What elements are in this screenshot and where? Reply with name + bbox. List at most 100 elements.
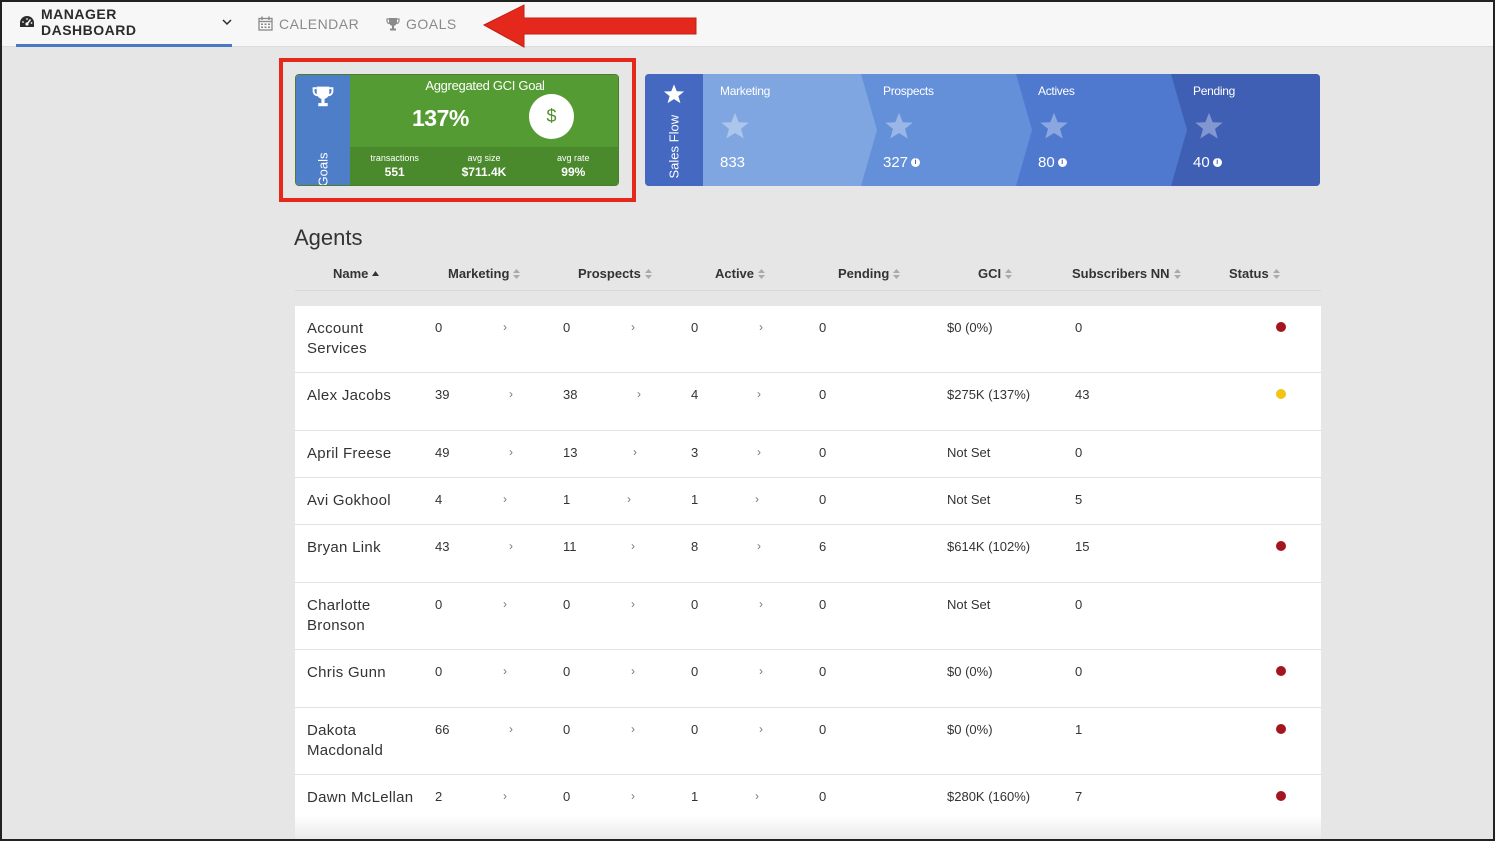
stage-label: Pending xyxy=(1193,84,1235,98)
status-indicator xyxy=(1276,389,1286,399)
agents-table-header: Name Marketing Prospects Active Pending … xyxy=(295,258,1321,291)
chevron-right-icon[interactable]: › xyxy=(757,445,761,459)
agent-name[interactable]: Dakota Macdonald xyxy=(307,721,417,761)
table-row[interactable]: April Freese 49 13 3 0 Not Set 0 › › › xyxy=(295,431,1321,478)
table-row[interactable]: Bryan Link 43 11 8 6 $614K (102%) 15 › › › xyxy=(295,525,1321,583)
chevron-right-icon[interactable]: › xyxy=(509,539,513,553)
chevron-down-icon xyxy=(222,18,232,26)
chevron-right-icon[interactable]: › xyxy=(631,597,635,611)
chevron-right-icon[interactable]: › xyxy=(759,597,763,611)
chevron-right-icon[interactable]: › xyxy=(503,597,507,611)
chevron-right-icon[interactable]: › xyxy=(759,664,763,678)
annotation-highlight-box xyxy=(279,58,636,202)
sort-icon xyxy=(1173,268,1181,279)
star-icon xyxy=(719,111,751,146)
stage-marketing[interactable]: Marketing 833 xyxy=(703,74,878,186)
table-row[interactable]: Charlotte Bronson 0 0 0 0 Not Set 0 › › › xyxy=(295,583,1321,650)
chevron-right-icon[interactable]: › xyxy=(627,492,631,506)
chevron-right-icon[interactable]: › xyxy=(757,539,761,553)
agent-name[interactable]: Account Services xyxy=(307,319,417,359)
chevron-right-icon[interactable]: › xyxy=(503,664,507,678)
stage-value: 833 xyxy=(720,154,746,171)
stage-actives[interactable]: Actives 80 i xyxy=(1016,74,1188,186)
chevron-right-icon[interactable]: › xyxy=(509,445,513,459)
agent-name[interactable]: Chris Gunn xyxy=(307,663,417,683)
top-nav: MANAGER DASHBOARD CALENDAR GOALS xyxy=(0,0,1495,47)
nav-goals-label: GOALS xyxy=(406,15,457,32)
chevron-right-icon[interactable]: › xyxy=(503,320,507,334)
info-icon[interactable]: i xyxy=(1212,158,1222,167)
cell-prospects: 0 xyxy=(563,664,571,679)
cell-pending: 0 xyxy=(819,320,827,335)
chevron-right-icon[interactable]: › xyxy=(631,664,635,678)
cell-gci: $275K (137%) xyxy=(947,387,1031,402)
status-indicator xyxy=(1276,724,1286,734)
chevron-right-icon[interactable]: › xyxy=(631,320,635,334)
table-row[interactable]: Account Services 0 0 0 0 $0 (0%) 0 › › › xyxy=(295,306,1321,373)
stage-pending[interactable]: Pending 40 i xyxy=(1171,74,1320,186)
annotation-arrow xyxy=(482,4,697,48)
cell-gci: Not Set xyxy=(947,597,991,612)
column-header-status[interactable]: Status xyxy=(1229,266,1280,281)
chevron-right-icon[interactable]: › xyxy=(759,722,763,736)
chevron-right-icon[interactable]: › xyxy=(637,387,641,401)
star-icon xyxy=(663,83,685,110)
nav-manager-label: MANAGER DASHBOARD xyxy=(41,6,137,38)
table-row[interactable]: Dakota Macdonald 66 0 0 0 $0 (0%) 1 › › › xyxy=(295,708,1321,775)
column-header-pending[interactable]: Pending xyxy=(838,266,901,281)
cell-marketing: 2 xyxy=(435,789,443,804)
info-icon[interactable]: i xyxy=(1057,158,1067,167)
cell-active: 3 xyxy=(691,445,699,460)
agent-name[interactable]: Charlotte Bronson xyxy=(307,596,417,636)
cell-active: 4 xyxy=(691,387,699,402)
table-row[interactable]: Alex Jacobs 39 38 4 0 $275K (137%) 43 › › › xyxy=(295,373,1321,431)
agent-name[interactable]: Alex Jacobs xyxy=(307,386,417,406)
chevron-right-icon[interactable]: › xyxy=(509,722,513,736)
cell-prospects: 0 xyxy=(563,789,571,804)
column-header-gci[interactable]: GCI xyxy=(978,266,1013,281)
column-header-active[interactable]: Active xyxy=(715,266,766,281)
chevron-right-icon[interactable]: › xyxy=(755,492,759,506)
agent-name[interactable]: Bryan Link xyxy=(307,538,417,558)
agent-name[interactable]: Avi Gokhool xyxy=(307,491,417,511)
chevron-right-icon[interactable]: › xyxy=(503,492,507,506)
agent-name[interactable]: April Freese xyxy=(307,444,417,464)
table-row[interactable]: Avi Gokhool 4 1 1 0 Not Set 5 › › › xyxy=(295,478,1321,525)
cell-prospects: 0 xyxy=(563,722,571,737)
cell-pending: 0 xyxy=(819,387,827,402)
cell-marketing: 0 xyxy=(435,597,443,612)
chevron-right-icon[interactable]: › xyxy=(509,387,513,401)
cell-prospects: 0 xyxy=(563,597,571,612)
chevron-right-icon[interactable]: › xyxy=(757,387,761,401)
column-header-name[interactable]: Name xyxy=(333,266,380,281)
column-header-subscribers[interactable]: Subscribers NN xyxy=(1072,266,1181,281)
chevron-right-icon[interactable]: › xyxy=(503,789,507,803)
chevron-right-icon[interactable]: › xyxy=(631,539,635,553)
table-row[interactable]: Dawn McLellan 2 0 1 0 $280K (160%) 7 › › › xyxy=(295,775,1321,841)
nav-goals[interactable]: GOALS xyxy=(386,0,457,47)
column-header-prospects[interactable]: Prospects xyxy=(578,266,652,281)
sort-icon xyxy=(893,268,901,279)
nav-calendar[interactable]: CALENDAR xyxy=(258,0,359,47)
trophy-icon xyxy=(386,17,400,31)
agent-name[interactable]: Dawn McLellan xyxy=(307,788,417,808)
column-header-marketing[interactable]: Marketing xyxy=(448,266,521,281)
cell-prospects: 38 xyxy=(563,387,578,402)
cell-active: 0 xyxy=(691,597,699,612)
sales-flow-card[interactable]: Sales Flow Marketing 833 Prospects 327 i … xyxy=(645,74,1320,186)
cell-marketing: 66 xyxy=(435,722,450,737)
chevron-right-icon[interactable]: › xyxy=(631,722,635,736)
chevron-right-icon[interactable]: › xyxy=(633,445,637,459)
agents-table-body: Account Services 0 0 0 0 $0 (0%) 0 › › › Alex Jaco… xyxy=(295,306,1321,841)
chevron-right-icon[interactable]: › xyxy=(631,789,635,803)
table-row[interactable]: Chris Gunn 0 0 0 0 $0 (0%) 0 › › › xyxy=(295,650,1321,708)
info-icon[interactable]: i xyxy=(911,158,921,167)
sales-flow-stages: Marketing 833 Prospects 327 i Actives 80 i… xyxy=(703,74,1320,186)
chevron-right-icon[interactable]: › xyxy=(759,320,763,334)
status-indicator xyxy=(1276,541,1286,551)
chevron-right-icon[interactable]: › xyxy=(755,789,759,803)
nav-manager-dashboard[interactable]: MANAGER DASHBOARD xyxy=(16,0,232,47)
stage-label: Marketing xyxy=(720,84,770,98)
cell-subscribers: 0 xyxy=(1075,445,1083,460)
stage-prospects[interactable]: Prospects 327 i xyxy=(861,74,1033,186)
